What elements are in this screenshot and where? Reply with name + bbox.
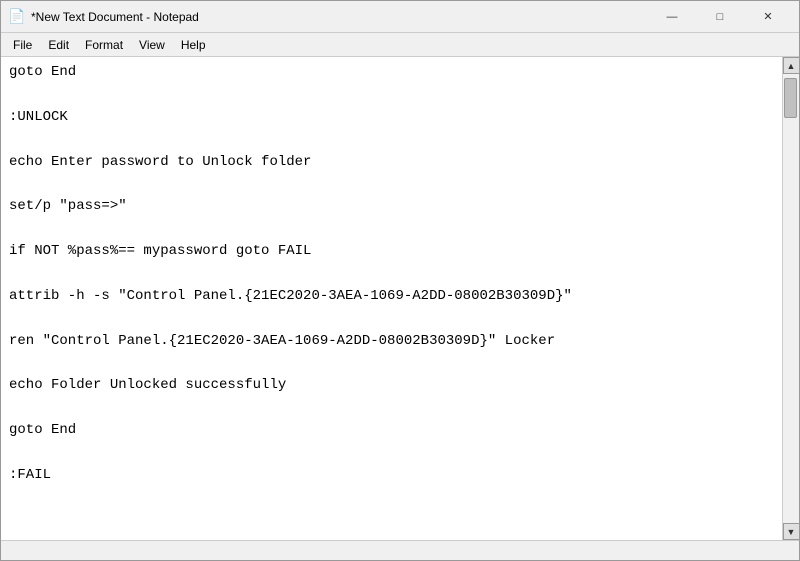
status-bar	[1, 540, 799, 560]
scrollbar-thumb[interactable]	[784, 78, 797, 118]
close-button[interactable]: ✕	[745, 1, 791, 33]
vertical-scrollbar: ▲ ▼	[782, 57, 799, 540]
window-title: *New Text Document - Notepad	[31, 10, 649, 24]
scrollbar-track-area[interactable]	[783, 74, 799, 523]
menu-file[interactable]: File	[5, 34, 40, 56]
title-bar-controls: — □ ✕	[649, 1, 791, 33]
app-icon: 📄	[9, 9, 25, 25]
scroll-up-button[interactable]: ▲	[783, 57, 800, 74]
maximize-button[interactable]: □	[697, 1, 743, 33]
menu-format[interactable]: Format	[77, 34, 131, 56]
minimize-button[interactable]: —	[649, 1, 695, 33]
menu-help[interactable]: Help	[173, 34, 214, 56]
text-editor[interactable]: goto End :UNLOCK echo Enter password to …	[1, 57, 782, 540]
title-bar: 📄 *New Text Document - Notepad — □ ✕	[1, 1, 799, 33]
menu-bar: File Edit Format View Help	[1, 33, 799, 57]
editor-area: goto End :UNLOCK echo Enter password to …	[1, 57, 799, 540]
scroll-down-button[interactable]: ▼	[783, 523, 800, 540]
menu-edit[interactable]: Edit	[40, 34, 77, 56]
menu-view[interactable]: View	[131, 34, 173, 56]
notepad-window: 📄 *New Text Document - Notepad — □ ✕ Fil…	[0, 0, 800, 561]
